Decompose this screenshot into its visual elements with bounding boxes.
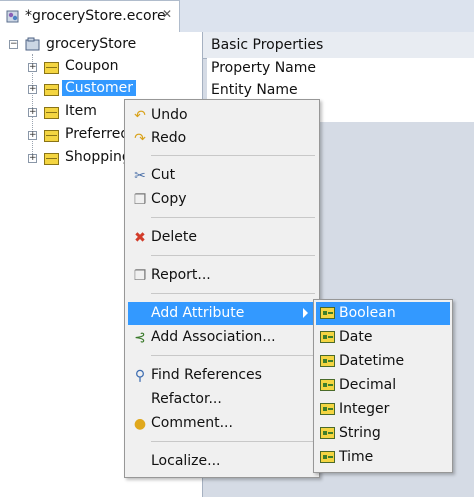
attribute-icon: [320, 355, 335, 367]
tree-item-label: Item: [65, 103, 97, 119]
editor-tab-strip: *groceryStore.ecore ✕: [0, 0, 474, 33]
menu-item-cut[interactable]: ✂ Cut: [128, 164, 316, 187]
submenu-item-string[interactable]: String: [316, 422, 450, 445]
menu-item-refactor[interactable]: Refactor...: [128, 388, 316, 411]
package-icon: [25, 37, 40, 51]
class-icon: [44, 153, 59, 165]
property-row-label: Property Name: [211, 60, 316, 76]
submenu-item-time[interactable]: Time: [316, 446, 450, 469]
submenu-item-label: Date: [339, 329, 373, 345]
expand-icon[interactable]: +: [28, 108, 37, 117]
menu-item-report[interactable]: ❐ Report...: [128, 264, 316, 287]
copy-icon: ❐: [133, 192, 147, 208]
context-menu: ↶ Undo ↷ Redo ✂ Cut ❐ Copy ✖ Delete ❐ Re…: [124, 99, 320, 478]
menu-item-label: Redo: [151, 130, 187, 146]
menu-separator: [151, 155, 315, 156]
menu-item-label: Add Association...: [151, 329, 276, 345]
association-icon: ⊰: [134, 330, 146, 346]
submenu-item-decimal[interactable]: Decimal: [316, 374, 450, 397]
class-icon: [44, 130, 59, 142]
submenu-item-label: Decimal: [339, 377, 397, 393]
tree-item-label: Coupon: [65, 58, 119, 74]
expand-icon[interactable]: +: [28, 154, 37, 163]
expand-icon[interactable]: +: [28, 63, 37, 72]
scissors-icon: ✂: [134, 168, 146, 184]
undo-icon: ↶: [134, 108, 146, 124]
menu-item-label: Delete: [151, 229, 197, 245]
submenu-item-label: Integer: [339, 401, 390, 417]
tree-item-coupon[interactable]: + Coupon: [0, 57, 200, 79]
editor-tab-title: *groceryStore.ecore: [25, 8, 166, 24]
menu-item-label: Copy: [151, 191, 187, 207]
menu-item-label: Refactor...: [151, 391, 222, 407]
editor-tab[interactable]: *groceryStore.ecore ✕: [0, 0, 180, 32]
class-icon: [44, 62, 59, 74]
property-row[interactable]: Property Name: [207, 58, 474, 81]
magnifier-icon: ⚲: [134, 368, 146, 384]
menu-item-label: Localize...: [151, 453, 221, 469]
ecore-file-icon: [6, 10, 19, 23]
menu-item-delete[interactable]: ✖ Delete: [128, 226, 316, 249]
submenu-item-label: Datetime: [339, 353, 405, 369]
collapse-icon[interactable]: −: [9, 40, 18, 49]
tree-item-label: Shopping: [65, 149, 131, 165]
attribute-icon: [320, 331, 335, 343]
menu-item-redo[interactable]: ↷ Redo: [128, 127, 316, 150]
tree-root-row[interactable]: − groceryStore: [0, 35, 200, 57]
redo-icon: ↷: [134, 131, 146, 147]
submenu-item-label: String: [339, 425, 381, 441]
menu-item-label: Undo: [151, 107, 188, 123]
attribute-icon: [320, 379, 335, 391]
menu-item-copy[interactable]: ❐ Copy: [128, 188, 316, 211]
submenu-item-label: Time: [339, 449, 374, 465]
menu-item-localize[interactable]: Localize...: [128, 450, 316, 473]
properties-header-label: Basic Properties: [211, 37, 324, 53]
menu-separator: [151, 293, 315, 294]
attribute-icon: [320, 427, 335, 439]
expand-icon[interactable]: +: [28, 85, 37, 94]
expand-icon[interactable]: +: [28, 131, 37, 140]
menu-item-label: Cut: [151, 167, 176, 183]
menu-separator: [151, 355, 315, 356]
class-icon: [44, 107, 59, 119]
property-row-label: Entity Name: [211, 82, 298, 98]
menu-item-label: Comment...: [151, 415, 233, 431]
menu-item-label: Report...: [151, 267, 211, 283]
menu-separator: [151, 441, 315, 442]
tree-root-label: groceryStore: [46, 36, 137, 52]
menu-item-undo[interactable]: ↶ Undo: [128, 104, 316, 127]
tree-item-label: Preferred: [65, 126, 130, 142]
submenu-item-datetime[interactable]: Datetime: [316, 350, 450, 373]
menu-separator: [151, 255, 315, 256]
class-icon: [44, 84, 59, 96]
submenu-item-boolean[interactable]: Boolean: [316, 302, 450, 325]
attribute-icon: [320, 403, 335, 415]
menu-item-add-attribute[interactable]: Add Attribute: [128, 302, 316, 325]
attribute-submenu: Boolean Date Datetime Decimal Integer St…: [313, 299, 453, 473]
close-icon[interactable]: ✕: [162, 7, 172, 21]
menu-item-label: Find References: [151, 367, 262, 383]
delete-icon: ✖: [134, 230, 146, 246]
menu-item-comment[interactable]: ● Comment...: [128, 412, 316, 435]
comment-icon: ●: [133, 416, 147, 432]
properties-header: Basic Properties: [203, 32, 474, 59]
submenu-item-integer[interactable]: Integer: [316, 398, 450, 421]
tree-item-label: Customer: [62, 80, 137, 96]
menu-item-add-association[interactable]: ⊰ Add Association...: [128, 326, 316, 349]
menu-item-label: Add Attribute: [151, 305, 245, 321]
tree-item-customer[interactable]: + Customer: [0, 79, 200, 101]
submenu-item-label: Boolean: [339, 305, 396, 321]
submenu-arrow-icon: [303, 308, 308, 318]
menu-item-find-references[interactable]: ⚲ Find References: [128, 364, 316, 387]
report-icon: ❐: [133, 268, 147, 284]
attribute-icon: [320, 307, 335, 319]
menu-separator: [151, 217, 315, 218]
attribute-icon: [320, 451, 335, 463]
submenu-item-date[interactable]: Date: [316, 326, 450, 349]
